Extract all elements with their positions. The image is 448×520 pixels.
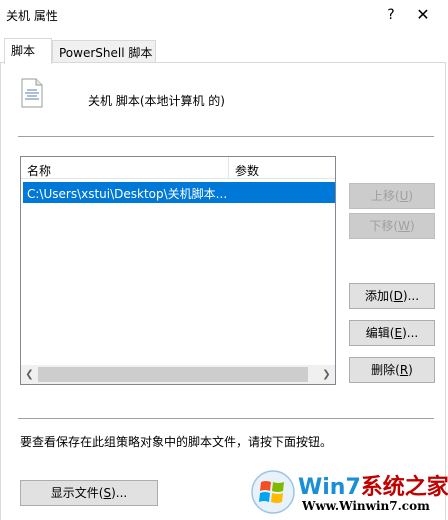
- tab-strip: 脚本 PowerShell 脚本: [0, 38, 448, 64]
- move-down-suffix: ): [409, 219, 415, 233]
- scripts-list[interactable]: 名称 参数 C:\Users\xstui\Desktop\关机脚本... ❮ ❯: [20, 156, 336, 385]
- watermark-url: Www.Winwin7.com: [302, 499, 430, 513]
- scroll-right-icon[interactable]: ❯: [318, 365, 335, 384]
- move-up-label: 上移(: [370, 189, 400, 203]
- edit-label: 编辑(: [365, 326, 395, 340]
- remove-key: R: [399, 363, 409, 377]
- remove-button[interactable]: 删除(R): [349, 357, 435, 383]
- column-header-name[interactable]: 名称: [21, 157, 229, 179]
- edit-button[interactable]: 编辑(E)...: [349, 320, 435, 346]
- add-button[interactable]: 添加(D)...: [349, 283, 435, 309]
- list-header: 名称 参数: [21, 157, 335, 179]
- script-type-label: 关机 脚本(本地计算机 的): [88, 94, 225, 108]
- info-text: 要查看保存在此组策略对象中的脚本文件，请按下面按钮。: [20, 435, 333, 449]
- add-suffix: )...: [402, 289, 420, 303]
- add-label: 添加(: [364, 289, 394, 303]
- move-down-button[interactable]: 下移(W): [349, 213, 435, 239]
- show-files-label: 显示文件(: [50, 486, 104, 500]
- separator-bottom: [18, 418, 434, 419]
- scroll-left-icon[interactable]: ❮: [21, 365, 38, 384]
- edit-key: E: [394, 326, 403, 340]
- script-document-icon: [21, 78, 43, 108]
- separator-top: [18, 136, 434, 137]
- tab-powershell-scripts[interactable]: PowerShell 脚本: [52, 40, 156, 63]
- horizontal-scrollbar[interactable]: ❮ ❯: [21, 365, 335, 384]
- title-bar: 关机 属性 ? ✕: [0, 0, 448, 30]
- column-header-params[interactable]: 参数: [229, 157, 335, 179]
- scrollbar-thumb[interactable]: [38, 367, 308, 382]
- add-key: D: [393, 289, 403, 303]
- move-up-button[interactable]: 上移(U): [349, 183, 435, 209]
- windows-logo-icon: [251, 470, 295, 514]
- close-button[interactable]: ✕: [412, 4, 434, 26]
- remove-suffix: ): [408, 363, 413, 377]
- edit-suffix: )...: [402, 326, 419, 340]
- show-files-button[interactable]: 显示文件(S)...: [20, 480, 158, 506]
- move-up-suffix: ): [408, 189, 414, 203]
- watermark-brand: Win7系统之家: [298, 469, 448, 501]
- list-item[interactable]: C:\Users\xstui\Desktop\关机脚本...: [23, 182, 335, 203]
- watermark: Win7系统之家 Www.Winwin7.com: [250, 465, 448, 520]
- move-down-key: W: [398, 219, 410, 233]
- show-files-key: S: [103, 486, 112, 500]
- show-files-suffix: )...: [111, 486, 128, 500]
- watermark-brand-part1: Win7: [298, 475, 361, 500]
- remove-label: 删除(: [371, 363, 400, 377]
- move-down-label: 下移(: [369, 219, 399, 233]
- watermark-brand-part2: 系统之家: [360, 475, 448, 500]
- tab-scripts[interactable]: 脚本: [4, 38, 52, 64]
- window-title: 关机 属性: [6, 9, 58, 23]
- help-button[interactable]: ?: [380, 4, 402, 26]
